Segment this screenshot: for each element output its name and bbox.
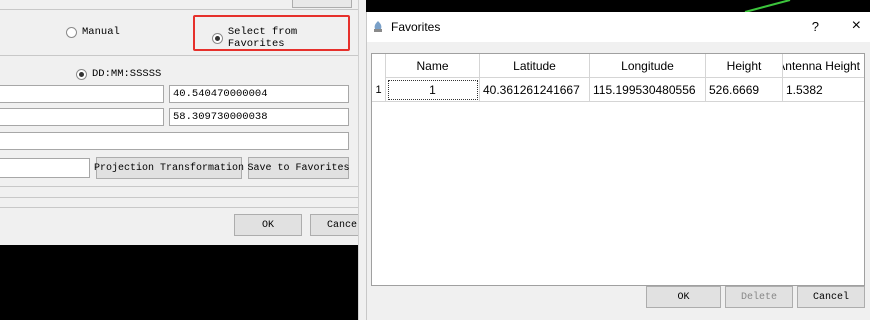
row-number[interactable]: 1 — [372, 78, 386, 102]
divider — [0, 197, 358, 198]
help-icon[interactable]: ? — [812, 19, 819, 34]
column-header-name[interactable]: Name — [386, 54, 480, 78]
latitude-field[interactable]: 40.540470000004 — [169, 85, 349, 103]
table-row[interactable]: 1 1 40.361261241667 115.199530480556 526… — [372, 78, 864, 102]
favorites-cancel-button[interactable]: Cancel — [797, 286, 865, 308]
ok-button[interactable]: OK — [234, 214, 302, 236]
projection-transformation-button[interactable]: Projection Transformation — [94, 157, 244, 179]
radio-indicator — [66, 26, 77, 38]
column-header-latitude[interactable]: Latitude — [480, 54, 590, 78]
table-header: Name Latitude Longitude Height Antenna H… — [372, 54, 864, 78]
table-corner — [372, 54, 386, 78]
manual-radio[interactable]: Manual — [66, 26, 120, 38]
favorites-table[interactable]: Name Latitude Longitude Height Antenna H… — [371, 53, 865, 286]
cell-latitude[interactable]: 40.361261241667 — [480, 78, 590, 102]
column-header-longitude[interactable]: Longitude — [590, 54, 706, 78]
favorites-ok-button[interactable]: OK — [646, 286, 721, 308]
app-icon — [374, 21, 382, 32]
coordinate-field-left-1[interactable] — [0, 85, 164, 103]
favorites-dialog: Favorites ? × Name Latitude Longitude He… — [366, 12, 870, 320]
wide-field[interactable] — [0, 132, 349, 150]
top-button-stub[interactable] — [292, 0, 352, 8]
column-header-height[interactable]: Height — [706, 54, 783, 78]
window-edge — [358, 0, 366, 320]
column-header-antenna-height[interactable]: Antenna Height — [783, 54, 864, 78]
favorites-delete-button[interactable]: Delete — [725, 286, 793, 308]
format-radio-label: DD:MM:SSSSS — [92, 68, 162, 80]
close-icon[interactable]: × — [852, 17, 861, 35]
cell-name[interactable]: 1 — [386, 78, 480, 102]
cancel-button[interactable]: Cancel — [310, 214, 358, 236]
background-dialog: Manual Select from Favorites DD:MM:SSSSS… — [0, 0, 358, 245]
cell-longitude[interactable]: 115.199530480556 — [590, 78, 706, 102]
divider — [0, 207, 358, 208]
format-radio[interactable]: DD:MM:SSSSS — [76, 68, 161, 80]
coordinate-field-left-2[interactable] — [0, 108, 164, 126]
top-strip — [0, 0, 358, 10]
favorites-title-bar: Favorites ? × — [367, 12, 870, 42]
divider — [0, 55, 358, 56]
height-field[interactable]: 58.309730000038 — [169, 108, 349, 126]
save-to-favorites-button[interactable]: Save to Favorites — [247, 157, 350, 179]
favorites-title: Favorites — [391, 20, 441, 34]
radio-indicator-checked — [76, 68, 87, 80]
manual-radio-label: Manual — [82, 26, 120, 38]
cell-height[interactable]: 526.6669 — [706, 78, 783, 102]
cell-antenna-height[interactable]: 1.5382 — [783, 78, 864, 102]
divider — [0, 186, 358, 187]
small-field[interactable] — [0, 158, 90, 178]
highlight-box — [193, 15, 350, 51]
